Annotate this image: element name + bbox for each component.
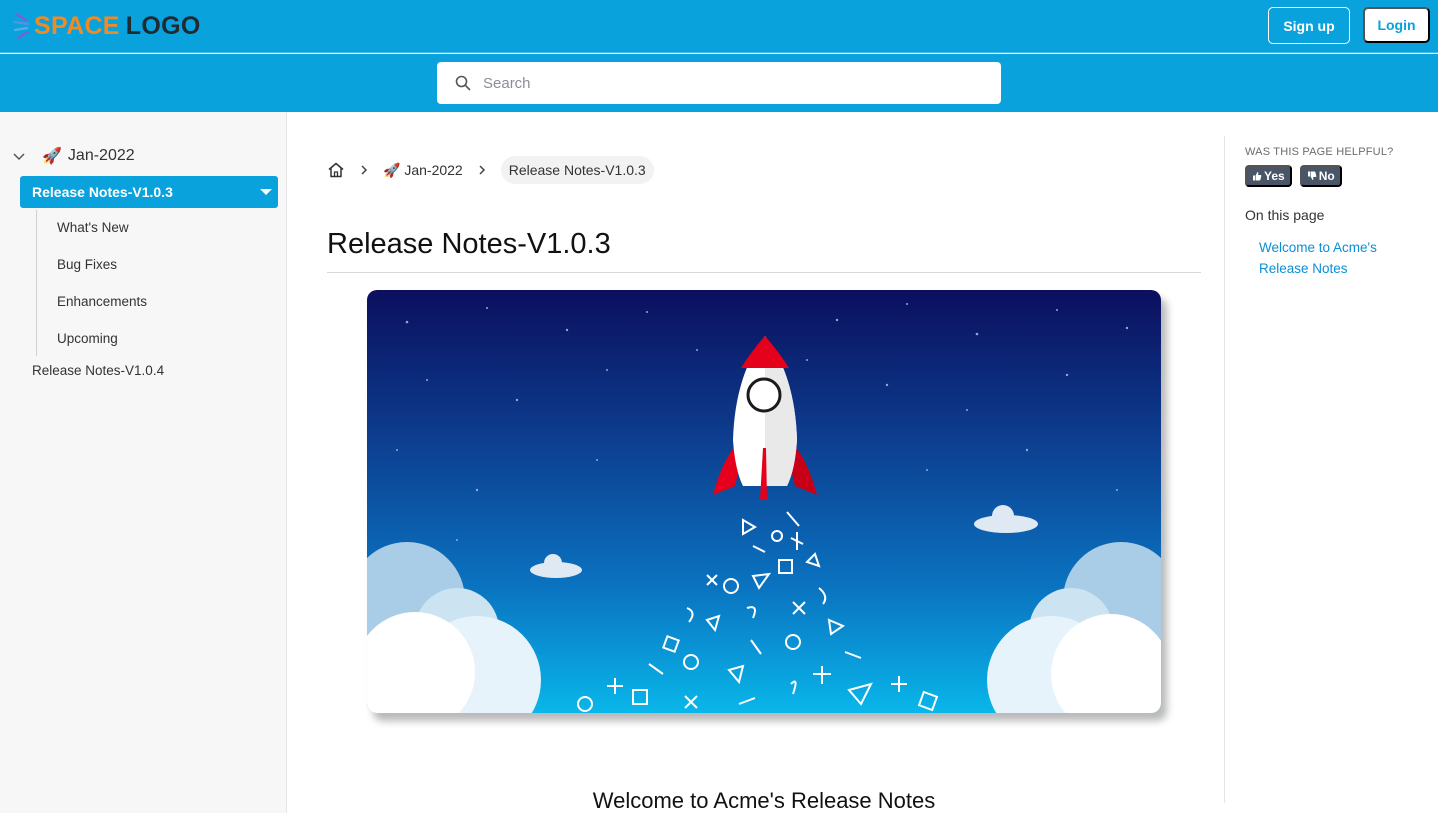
sidebar-group-label: Jan-2022 — [67, 147, 135, 164]
chevron-down-icon[interactable] — [12, 149, 26, 163]
sign-up-button[interactable]: Sign up — [1268, 7, 1350, 44]
toc-link-welcome[interactable]: Welcome to Acme's Release Notes — [1259, 237, 1419, 279]
helpful-yes-label: Yes — [1264, 169, 1285, 183]
search-icon — [455, 75, 471, 91]
logo-text-space: SPACE — [34, 11, 120, 40]
chevron-right-icon — [359, 164, 369, 176]
helpful-no-button[interactable]: No — [1299, 165, 1342, 187]
toc-divider — [1224, 136, 1225, 803]
search-bar — [0, 54, 1438, 112]
sidebar-item-whats-new[interactable]: What's New — [57, 220, 129, 235]
welcome-heading: Welcome to Acme's Release Notes — [592, 788, 936, 813]
title-divider — [327, 272, 1201, 273]
sidebar-item-release-notes-v103[interactable]: Release Notes-V1.0.3 — [20, 176, 278, 208]
chevron-right-icon — [477, 164, 487, 176]
breadcrumb-group[interactable]: 🚀 Jan-2022 — [383, 162, 463, 179]
search-input[interactable] — [483, 74, 963, 92]
sidebar-item-label: Release Notes-V1.0.3 — [32, 184, 173, 200]
sidebar-item-bug-fixes[interactable]: Bug Fixes — [57, 257, 117, 272]
helpful-label: WAS THIS PAGE HELPFUL? — [1245, 146, 1394, 158]
sidebar-item-enhancements[interactable]: Enhancements — [57, 294, 147, 309]
breadcrumb: 🚀 Jan-2022 Release Notes-V1.0.3 — [327, 154, 654, 186]
thumbs-up-icon — [1253, 172, 1262, 181]
rocket-icon: 🚀 — [383, 161, 401, 178]
site-logo[interactable]: SPACE LOGO — [12, 10, 201, 42]
home-icon[interactable] — [327, 161, 345, 179]
logo-text-logo: LOGO — [125, 11, 201, 40]
helpful-buttons: Yes No — [1245, 165, 1342, 187]
sidebar: 🚀 Jan-2022 Release Notes-V1.0.3 What's N… — [0, 112, 287, 813]
helpful-no-label: No — [1318, 169, 1335, 183]
on-this-page-heading: On this page — [1245, 207, 1325, 223]
sidebar-item-release-notes-v104[interactable]: Release Notes-V1.0.4 — [32, 363, 164, 378]
breadcrumb-current: Release Notes-V1.0.3 — [500, 156, 654, 184]
sidebar-item-upcoming[interactable]: Upcoming — [57, 331, 118, 346]
logo-swoosh-icon — [12, 10, 34, 42]
thumbs-down-icon — [1307, 171, 1317, 180]
helpful-yes-button[interactable]: Yes — [1245, 165, 1292, 187]
top-navbar: SPACE LOGO Sign up Login — [0, 0, 1438, 53]
caret-down-icon[interactable] — [260, 189, 272, 195]
sidebar-subitems: What's New Bug Fixes Enhancements Upcomi… — [36, 210, 276, 356]
rocket-hero-image — [367, 290, 1161, 713]
login-button[interactable]: Login — [1363, 7, 1430, 43]
search-box[interactable] — [437, 62, 1001, 104]
sidebar-group-jan-2022[interactable]: 🚀 Jan-2022 — [12, 146, 135, 166]
breadcrumb-group-label: Jan-2022 — [404, 161, 463, 178]
page-title: Release Notes-V1.0.3 — [327, 228, 611, 260]
rocket-icon: 🚀 — [42, 148, 62, 165]
